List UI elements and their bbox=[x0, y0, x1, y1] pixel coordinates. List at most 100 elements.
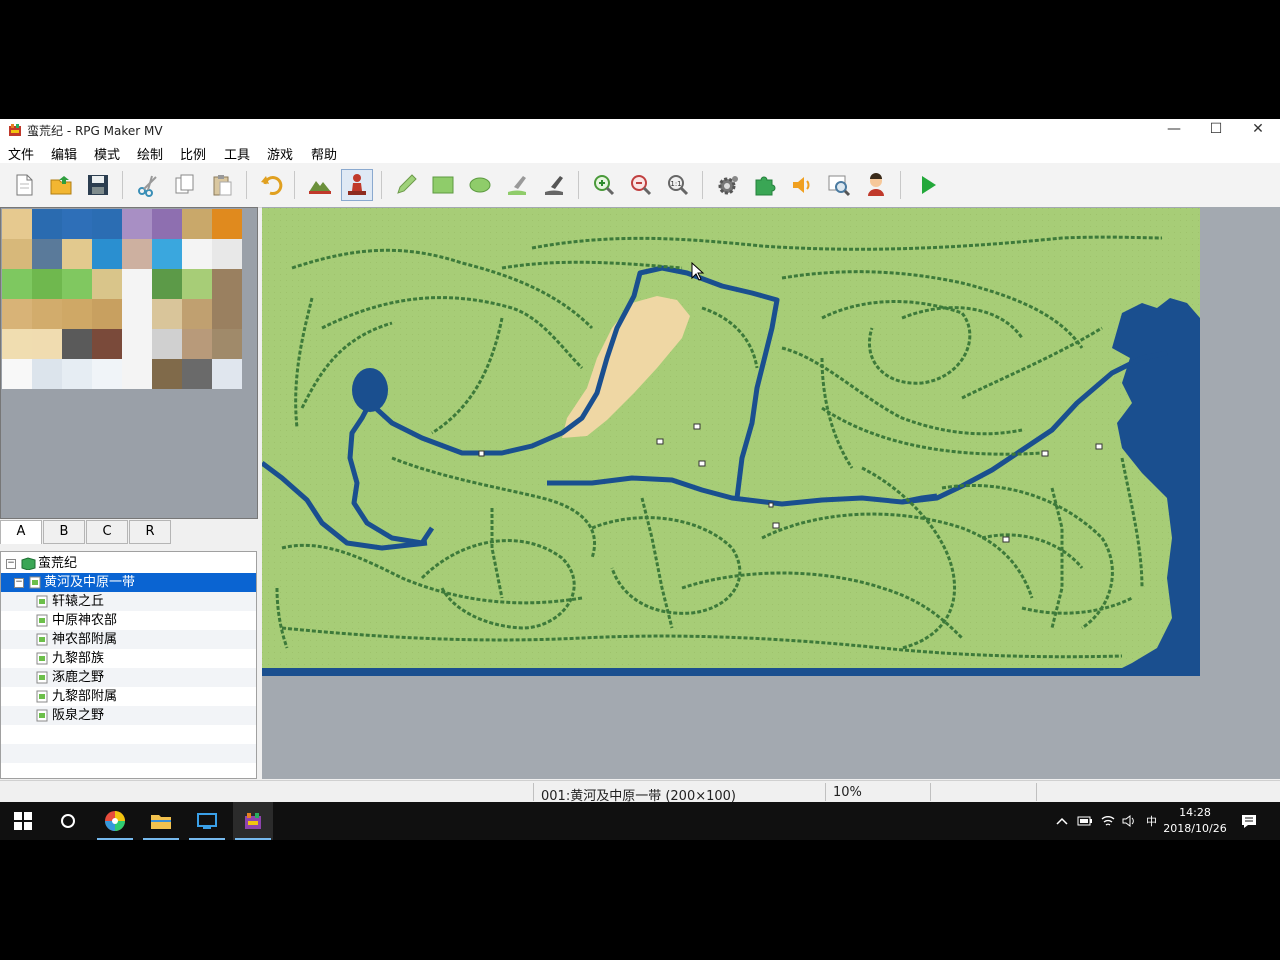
sound-test-button[interactable] bbox=[786, 169, 818, 201]
undo-button[interactable] bbox=[256, 169, 288, 201]
tileset-tile[interactable] bbox=[152, 359, 182, 389]
tileset-tile[interactable] bbox=[62, 269, 92, 299]
taskbar-app-rpgmaker[interactable] bbox=[233, 802, 273, 840]
world-map-canvas[interactable] bbox=[262, 208, 1200, 676]
tileset-tile[interactable] bbox=[2, 359, 32, 389]
tileset-tile[interactable] bbox=[62, 329, 92, 359]
event-searcher-button[interactable] bbox=[823, 169, 855, 201]
tileset-tile[interactable] bbox=[182, 299, 212, 329]
tileset-tile[interactable] bbox=[92, 299, 122, 329]
tileset-tile[interactable] bbox=[2, 329, 32, 359]
tileset-tile[interactable] bbox=[92, 209, 122, 239]
tileset-tile[interactable] bbox=[152, 239, 182, 269]
chevron-up-icon[interactable] bbox=[1056, 816, 1068, 826]
open-project-button[interactable] bbox=[45, 169, 77, 201]
menu-scale[interactable]: 比例 bbox=[180, 144, 206, 163]
tileset-tile[interactable] bbox=[122, 299, 152, 329]
tileset-tile[interactable] bbox=[152, 209, 182, 239]
tileset-tile[interactable] bbox=[62, 299, 92, 329]
tileset-tile[interactable] bbox=[32, 329, 62, 359]
tileset-tile[interactable] bbox=[32, 209, 62, 239]
tileset-tile[interactable] bbox=[62, 359, 92, 389]
fill-button[interactable] bbox=[501, 169, 533, 201]
tileset-tile[interactable] bbox=[2, 299, 32, 329]
new-project-button[interactable] bbox=[8, 169, 40, 201]
minimize-button[interactable]: — bbox=[1154, 119, 1194, 141]
notification-icon[interactable] bbox=[1241, 813, 1257, 829]
menu-file[interactable]: 文件 bbox=[8, 144, 34, 163]
tree-map-row[interactable]: 阪泉之野 bbox=[1, 706, 256, 725]
tileset-tile[interactable] bbox=[212, 329, 242, 359]
tree-map-row[interactable]: 九黎部族 bbox=[1, 649, 256, 668]
tree-map-row[interactable]: 九黎部附属 bbox=[1, 687, 256, 706]
tileset-tile[interactable] bbox=[92, 269, 122, 299]
taskbar-app-remote[interactable] bbox=[187, 802, 227, 840]
collapse-toggle-icon[interactable]: − bbox=[14, 578, 24, 588]
cut-button[interactable] bbox=[132, 169, 164, 201]
zoom-in-button[interactable] bbox=[588, 169, 620, 201]
save-project-button[interactable] bbox=[82, 169, 114, 201]
ime-indicator[interactable]: 中 bbox=[1146, 813, 1157, 829]
tileset-tile[interactable] bbox=[182, 269, 212, 299]
tileset-tile[interactable] bbox=[182, 209, 212, 239]
tree-project-row[interactable]: − 蛮荒纪 bbox=[1, 554, 256, 573]
plugin-manager-button[interactable] bbox=[749, 169, 781, 201]
tileset-tile[interactable] bbox=[2, 269, 32, 299]
menu-mode[interactable]: 模式 bbox=[94, 144, 120, 163]
tileset-tile[interactable] bbox=[92, 239, 122, 269]
tileset-tile[interactable] bbox=[152, 329, 182, 359]
tileset-tile[interactable] bbox=[122, 269, 152, 299]
close-button[interactable]: ✕ bbox=[1238, 119, 1278, 141]
maximize-button[interactable]: ☐ bbox=[1196, 119, 1236, 141]
database-button[interactable] bbox=[712, 169, 744, 201]
tileset-tile[interactable] bbox=[212, 209, 242, 239]
taskbar-app-color[interactable] bbox=[95, 802, 135, 840]
tileset-tile[interactable] bbox=[122, 359, 152, 389]
pencil-button[interactable] bbox=[390, 169, 422, 201]
tree-map-row[interactable]: 中原神农部 bbox=[1, 611, 256, 630]
map-mode-button[interactable] bbox=[304, 169, 336, 201]
tileset-tile[interactable] bbox=[92, 329, 122, 359]
tileset-tile[interactable] bbox=[212, 299, 242, 329]
taskbar-app-explorer[interactable] bbox=[141, 802, 181, 840]
tree-map-row-selected[interactable]: − 黄河及中原一带 bbox=[1, 573, 256, 592]
tileset-tile[interactable] bbox=[62, 209, 92, 239]
menu-edit[interactable]: 编辑 bbox=[51, 144, 77, 163]
search-button[interactable] bbox=[48, 802, 88, 840]
tileset-tile[interactable] bbox=[32, 299, 62, 329]
tileset-tile[interactable] bbox=[92, 359, 122, 389]
zoom-out-button[interactable] bbox=[625, 169, 657, 201]
tileset-tile[interactable] bbox=[152, 299, 182, 329]
tileset-tile[interactable] bbox=[212, 269, 242, 299]
tileset-tile[interactable] bbox=[2, 209, 32, 239]
tileset-tile[interactable] bbox=[32, 359, 62, 389]
map-editor[interactable] bbox=[262, 207, 1280, 779]
playtest-button[interactable] bbox=[911, 169, 943, 201]
tileset-palette[interactable] bbox=[0, 207, 258, 519]
wifi-icon[interactable] bbox=[1100, 814, 1116, 828]
tree-map-row[interactable]: 神农部附属 bbox=[1, 630, 256, 649]
battery-icon[interactable] bbox=[1077, 815, 1093, 827]
tab-r[interactable]: R bbox=[129, 520, 171, 544]
tileset-tile[interactable] bbox=[2, 239, 32, 269]
rectangle-button[interactable] bbox=[427, 169, 459, 201]
character-generator-button[interactable] bbox=[860, 169, 892, 201]
paste-button[interactable] bbox=[206, 169, 238, 201]
menu-draw[interactable]: 绘制 bbox=[137, 144, 163, 163]
tileset-tile[interactable] bbox=[62, 239, 92, 269]
clock[interactable]: 14:28 2018/10/26 bbox=[1160, 805, 1230, 837]
tab-b[interactable]: B bbox=[43, 520, 85, 544]
tileset-tile[interactable] bbox=[212, 239, 242, 269]
ellipse-button[interactable] bbox=[464, 169, 496, 201]
menu-help[interactable]: 帮助 bbox=[311, 144, 337, 163]
tileset-tile[interactable] bbox=[182, 239, 212, 269]
tileset-grid[interactable] bbox=[2, 209, 242, 389]
tileset-tile[interactable] bbox=[212, 359, 242, 389]
actual-size-button[interactable]: 1:1 bbox=[662, 169, 694, 201]
copy-button[interactable] bbox=[169, 169, 201, 201]
collapse-toggle-icon[interactable]: − bbox=[6, 559, 16, 569]
tileset-tile[interactable] bbox=[182, 359, 212, 389]
event-mode-button[interactable] bbox=[341, 169, 373, 201]
volume-icon[interactable] bbox=[1121, 814, 1137, 828]
tileset-tile[interactable] bbox=[32, 269, 62, 299]
